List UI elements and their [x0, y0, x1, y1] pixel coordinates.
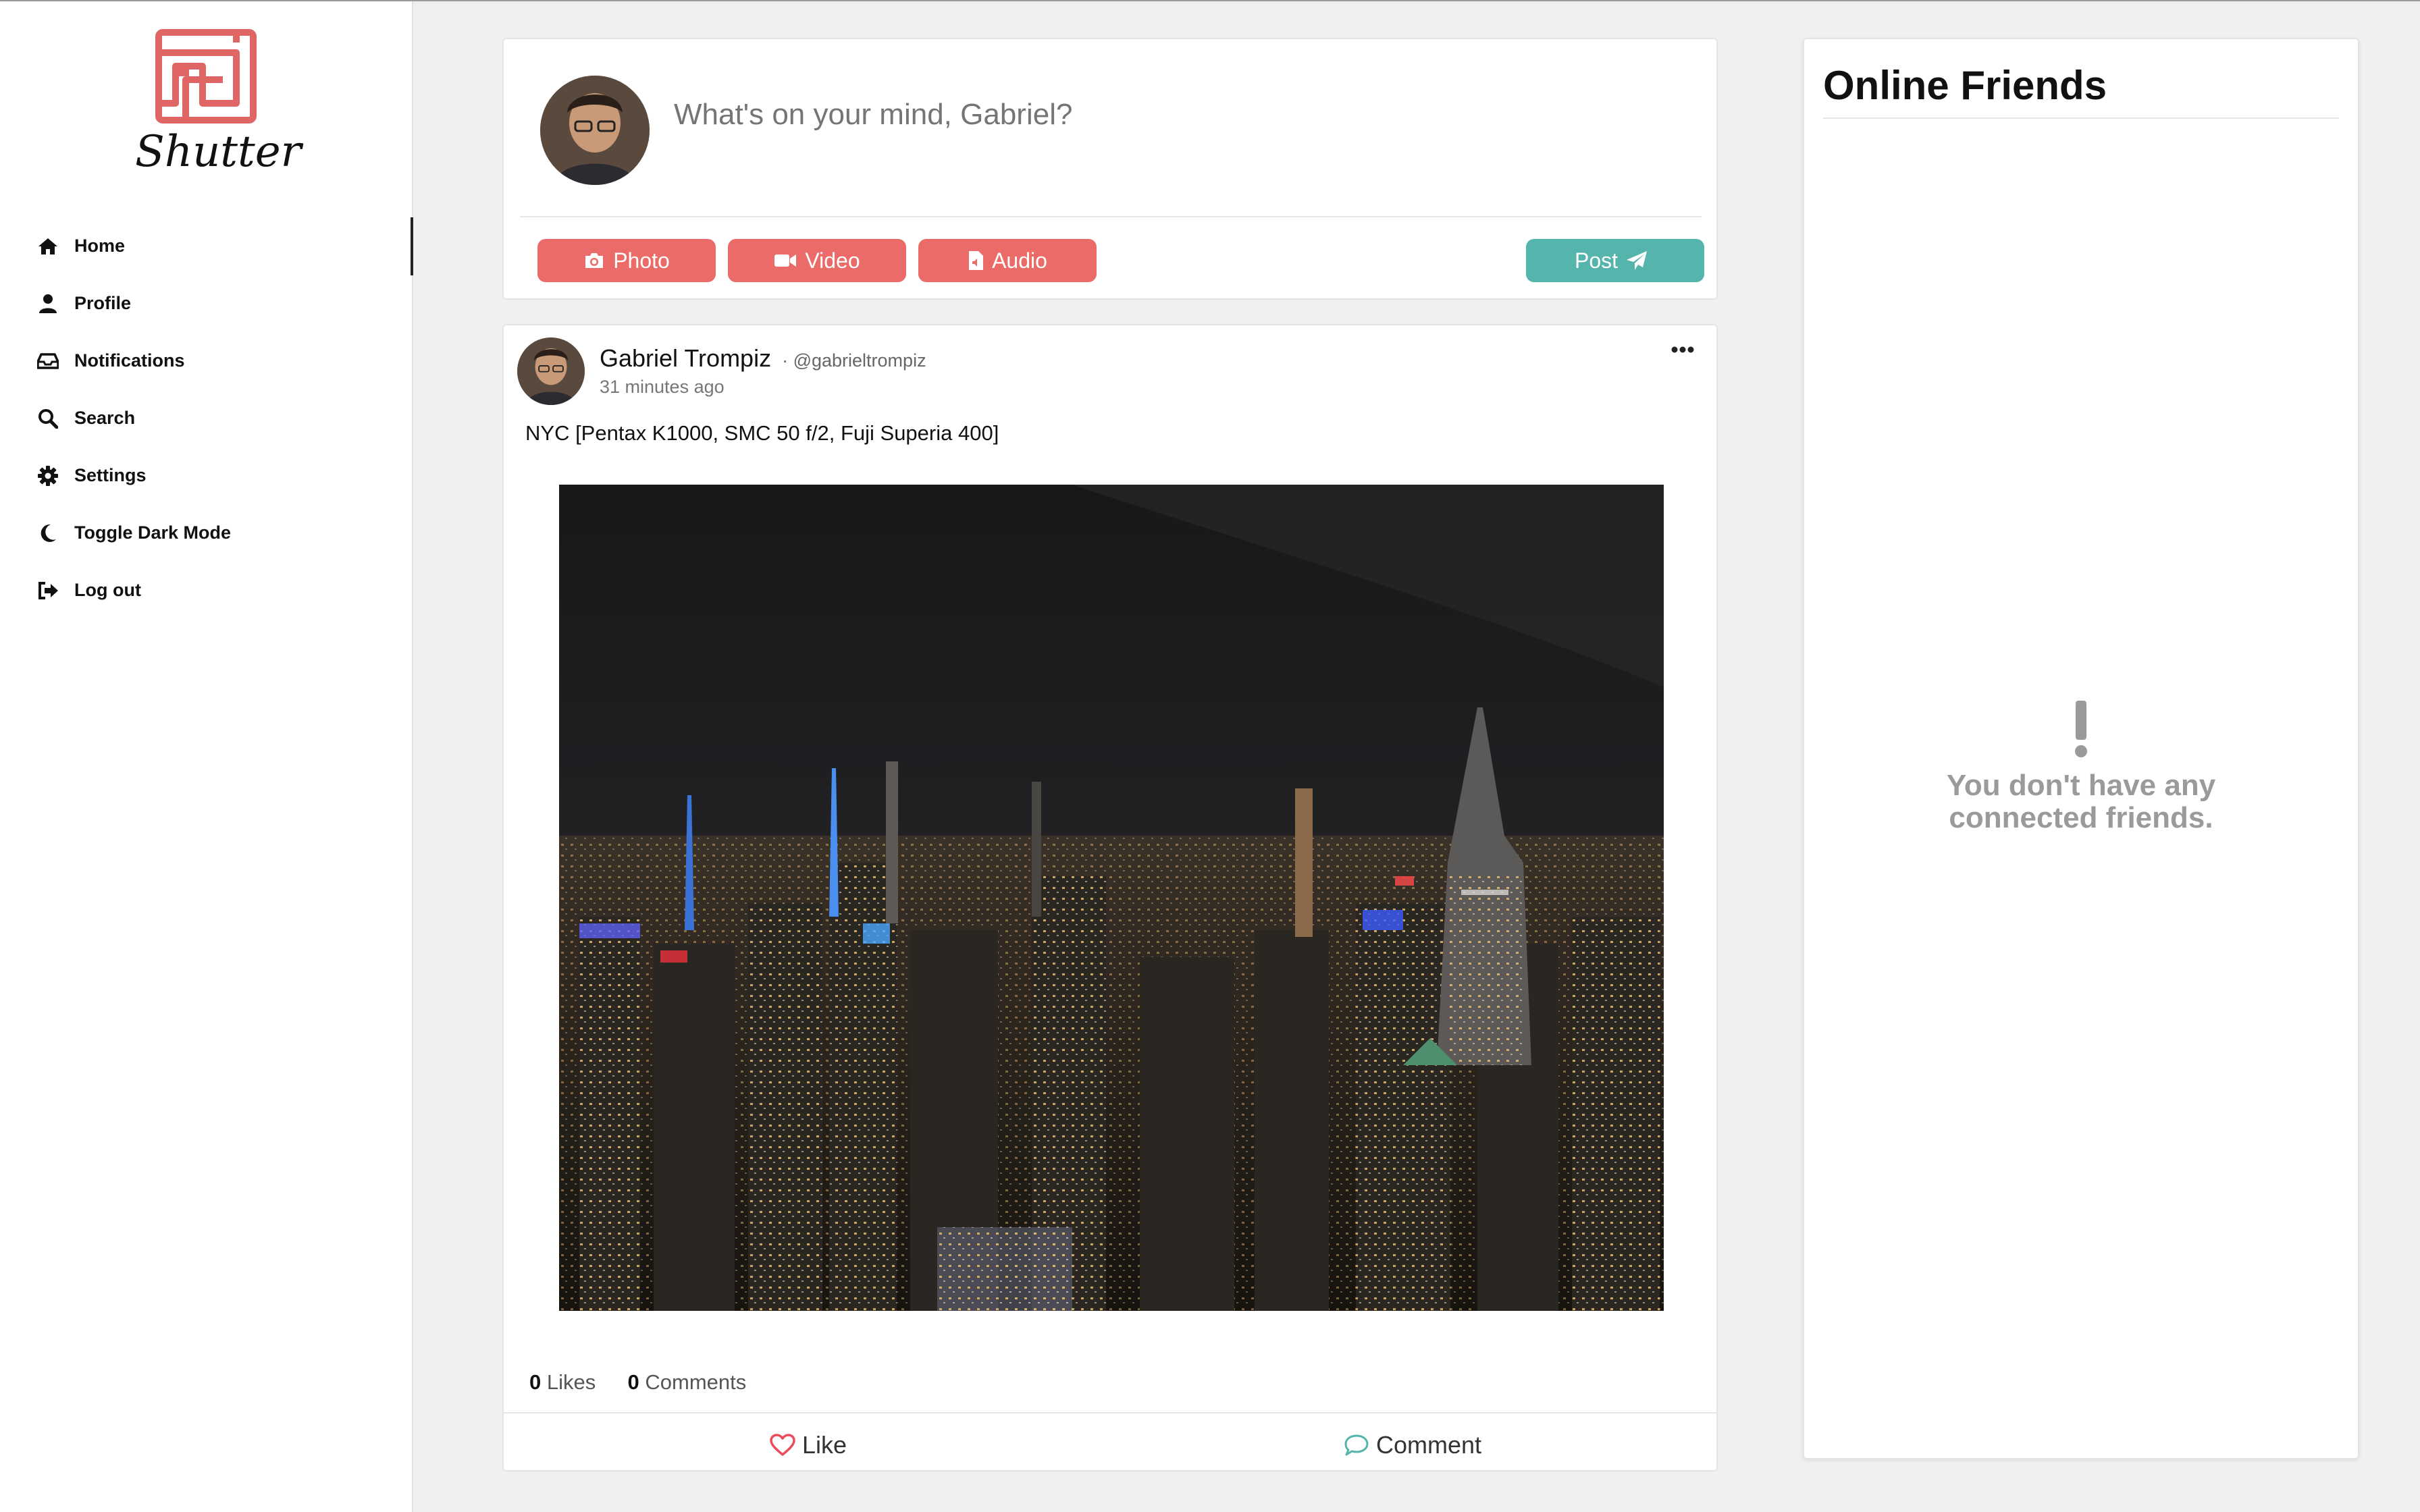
logo-text: Shutter: [135, 127, 302, 177]
audio-button-label: Audio: [992, 248, 1047, 273]
sidebar-item-label: Notifications: [74, 350, 185, 371]
photo-button[interactable]: Photo: [537, 239, 716, 282]
home-icon: [36, 235, 59, 258]
sidebar-item-label: Home: [74, 236, 126, 256]
moon-icon: [36, 522, 59, 545]
post-button[interactable]: Post: [1526, 239, 1704, 282]
likes-label: Likes: [546, 1370, 596, 1394]
comments-stat[interactable]: 0 Comments: [628, 1370, 747, 1394]
sidebar-item-home[interactable]: Home: [0, 217, 413, 275]
divider: [520, 216, 1702, 217]
sidebar-item-label: Settings: [74, 465, 147, 485]
like-label: Like: [802, 1431, 847, 1459]
comments-label: Comments: [645, 1370, 747, 1394]
post-composer: Photo Video Audio Post: [502, 38, 1718, 300]
comment-button[interactable]: Comment: [1344, 1427, 1481, 1463]
like-button[interactable]: Like: [770, 1427, 847, 1463]
divider: [504, 1412, 1716, 1413]
post-timestamp: 31 minutes ago: [600, 377, 725, 397]
user-icon: [36, 292, 59, 315]
heart-icon: [770, 1434, 795, 1456]
sidebar: Shutter Home Profile Notifications Searc…: [0, 1, 413, 1512]
avatar[interactable]: [517, 338, 585, 405]
sidebar-item-dark-mode[interactable]: Toggle Dark Mode: [0, 504, 413, 562]
empty-state-line-2: connected friends.: [1949, 801, 2213, 834]
sidebar-item-label: Search: [74, 408, 136, 428]
online-friends-title: Online Friends: [1823, 63, 2107, 108]
video-button[interactable]: Video: [728, 239, 906, 282]
sidebar-item-settings[interactable]: Settings: [0, 447, 413, 504]
likes-count: 0: [529, 1370, 542, 1394]
camera-icon: [585, 253, 604, 268]
likes-stat[interactable]: 0 Likes: [529, 1370, 596, 1394]
sidebar-item-logout[interactable]: Log out: [0, 562, 413, 619]
author-handle[interactable]: · @gabrieltrompiz: [782, 350, 926, 371]
post-button-label: Post: [1574, 248, 1619, 273]
video-camera-icon: [774, 254, 797, 267]
sidebar-item-search[interactable]: Search: [0, 389, 413, 447]
comment-label: Comment: [1376, 1431, 1482, 1459]
post-author[interactable]: Gabriel Trompiz · @gabrieltrompiz: [600, 344, 926, 373]
online-friends-panel: Online Friends You don't have any connec…: [1803, 38, 2359, 1459]
sidebar-item-profile[interactable]: Profile: [0, 275, 413, 332]
post-input[interactable]: [673, 97, 1688, 132]
post-options-button[interactable]: [1669, 343, 1696, 356]
comment-icon: [1344, 1434, 1369, 1456]
avatar[interactable]: [540, 76, 650, 185]
exclamation-icon: [2075, 701, 2087, 757]
inbox-icon: [36, 350, 59, 373]
sidebar-item-label: Toggle Dark Mode: [74, 522, 232, 543]
app-logo[interactable]: Shutter: [135, 26, 302, 188]
video-button-label: Video: [805, 248, 860, 273]
post-stats: 0 Likes 0 Comments: [529, 1370, 746, 1395]
logout-icon: [36, 579, 59, 602]
comments-count: 0: [627, 1370, 639, 1394]
empty-state: You don't have any connected friends.: [1804, 701, 2358, 834]
empty-state-line-1: You don't have any: [1946, 769, 2216, 802]
post-photo[interactable]: [559, 485, 1664, 1311]
audio-button[interactable]: Audio: [918, 239, 1097, 282]
ellipsis-icon: [1671, 346, 1694, 353]
photo-button-label: Photo: [613, 248, 670, 273]
author-name[interactable]: Gabriel Trompiz: [600, 344, 771, 372]
audio-file-icon: [969, 251, 984, 270]
sidebar-nav: Home Profile Notifications Search Settin…: [0, 217, 413, 619]
paper-plane-icon: [1627, 251, 1648, 270]
sidebar-item-label: Profile: [74, 293, 132, 313]
gear-icon: [36, 464, 59, 487]
sidebar-item-label: Log out: [74, 580, 141, 600]
sidebar-item-notifications[interactable]: Notifications: [0, 332, 413, 389]
search-icon: [36, 407, 59, 430]
logo-mark-icon: [155, 29, 257, 124]
post-caption: NYC [Pentax K1000, SMC 50 f/2, Fuji Supe…: [525, 421, 999, 445]
post-card: Gabriel Trompiz · @gabrieltrompiz 31 min…: [502, 324, 1718, 1472]
divider: [1823, 117, 2339, 119]
